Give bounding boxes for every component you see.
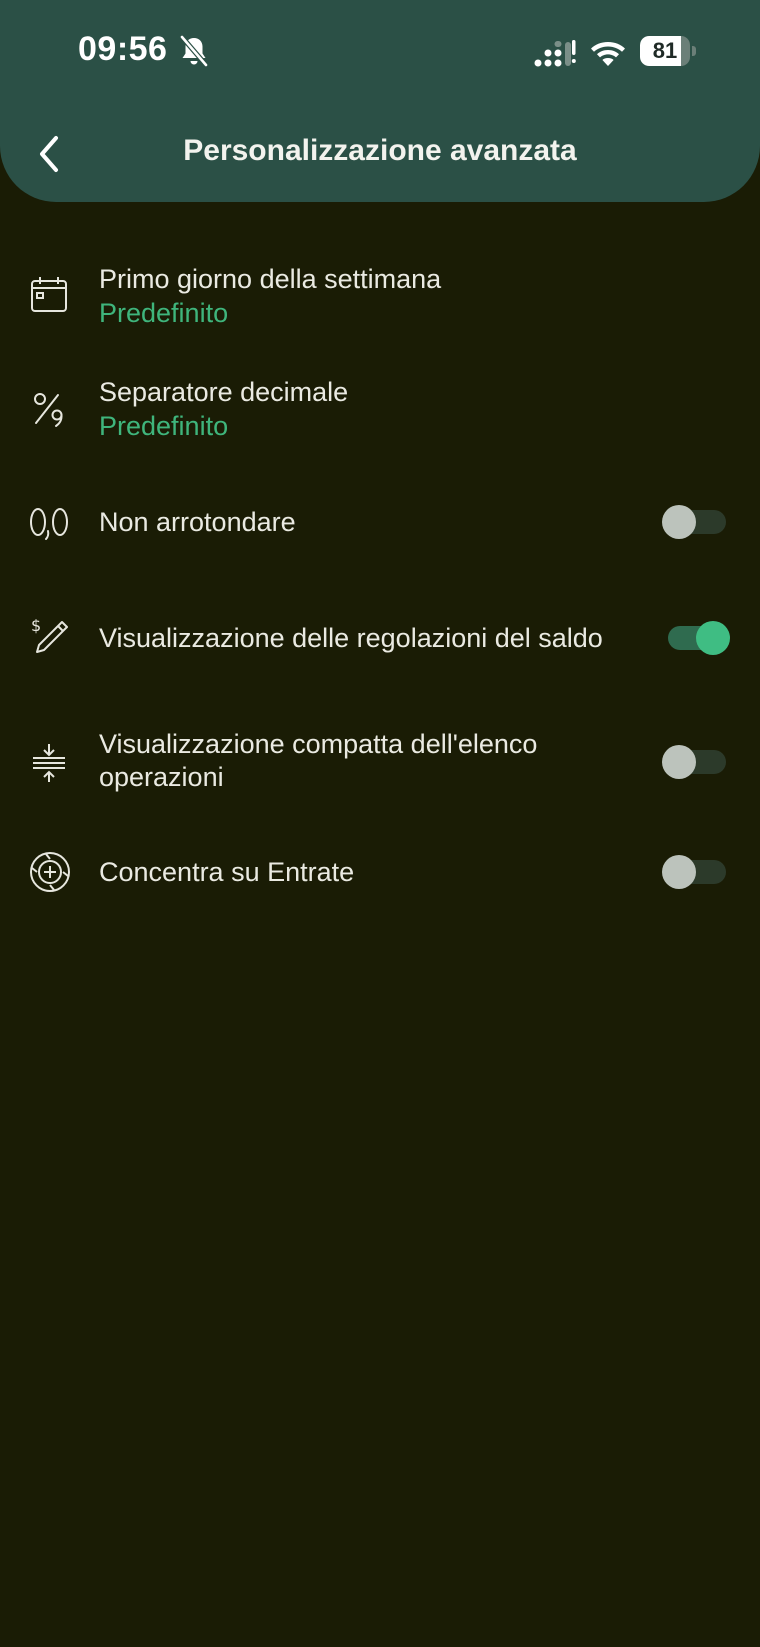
calendar-icon xyxy=(31,277,67,312)
setting-decimal-separator[interactable]: Separatore decimale Predefinito xyxy=(0,373,760,453)
status-bar: 09:56 81 xyxy=(0,0,760,100)
setting-label: Separatore decimale xyxy=(99,377,349,407)
balance-adjustments-toggle[interactable] xyxy=(660,618,730,658)
setting-value: Predefinito xyxy=(99,298,229,328)
page-title: Personalizzazione avanzata xyxy=(183,134,577,167)
app-header: 09:56 81 Personalizzazione avanzata xyxy=(0,0,760,202)
compact-list-icon xyxy=(33,744,65,782)
decimal-separator-icon xyxy=(34,393,63,427)
svg-text:$: $ xyxy=(31,616,41,635)
setting-focus-on-income[interactable]: Concentra su Entrate xyxy=(0,842,760,902)
wifi-icon xyxy=(591,42,625,66)
setting-balance-adjustments[interactable]: $ Visualizzazione delle regolazioni del … xyxy=(0,608,760,668)
setting-value: Predefinito xyxy=(99,411,229,441)
back-button[interactable] xyxy=(28,126,72,182)
battery-indicator: 81 xyxy=(640,36,696,66)
plus-circle-icon xyxy=(30,852,70,892)
cellular-signal-icon xyxy=(534,40,576,67)
zero-comma-zero-icon xyxy=(30,508,68,540)
no-rounding-toggle[interactable] xyxy=(660,502,730,542)
focus-on-income-toggle[interactable] xyxy=(660,852,730,892)
setting-label-line1: Visualizzazione compatta dell'elenco xyxy=(99,729,538,759)
setting-label: Non arrotondare xyxy=(99,507,296,537)
setting-label-line2: operazioni xyxy=(99,762,224,792)
dollar-pencil-icon: $ xyxy=(31,616,68,653)
setting-first-day-of-week[interactable]: Primo giorno della settimana Predefinito xyxy=(0,260,760,340)
compact-list-toggle[interactable] xyxy=(660,742,730,782)
setting-no-rounding[interactable]: Non arrotondare xyxy=(0,492,760,552)
setting-label: Visualizzazione delle regolazioni del sa… xyxy=(99,623,603,653)
status-time: 09:56 xyxy=(78,30,168,68)
setting-compact-list[interactable]: Visualizzazione compatta dell'elenco ope… xyxy=(0,725,760,805)
bell-muted-icon xyxy=(180,35,208,67)
setting-label: Concentra su Entrate xyxy=(99,857,355,887)
setting-label: Primo giorno della settimana xyxy=(99,264,442,294)
battery-level-text: 81 xyxy=(652,38,678,63)
